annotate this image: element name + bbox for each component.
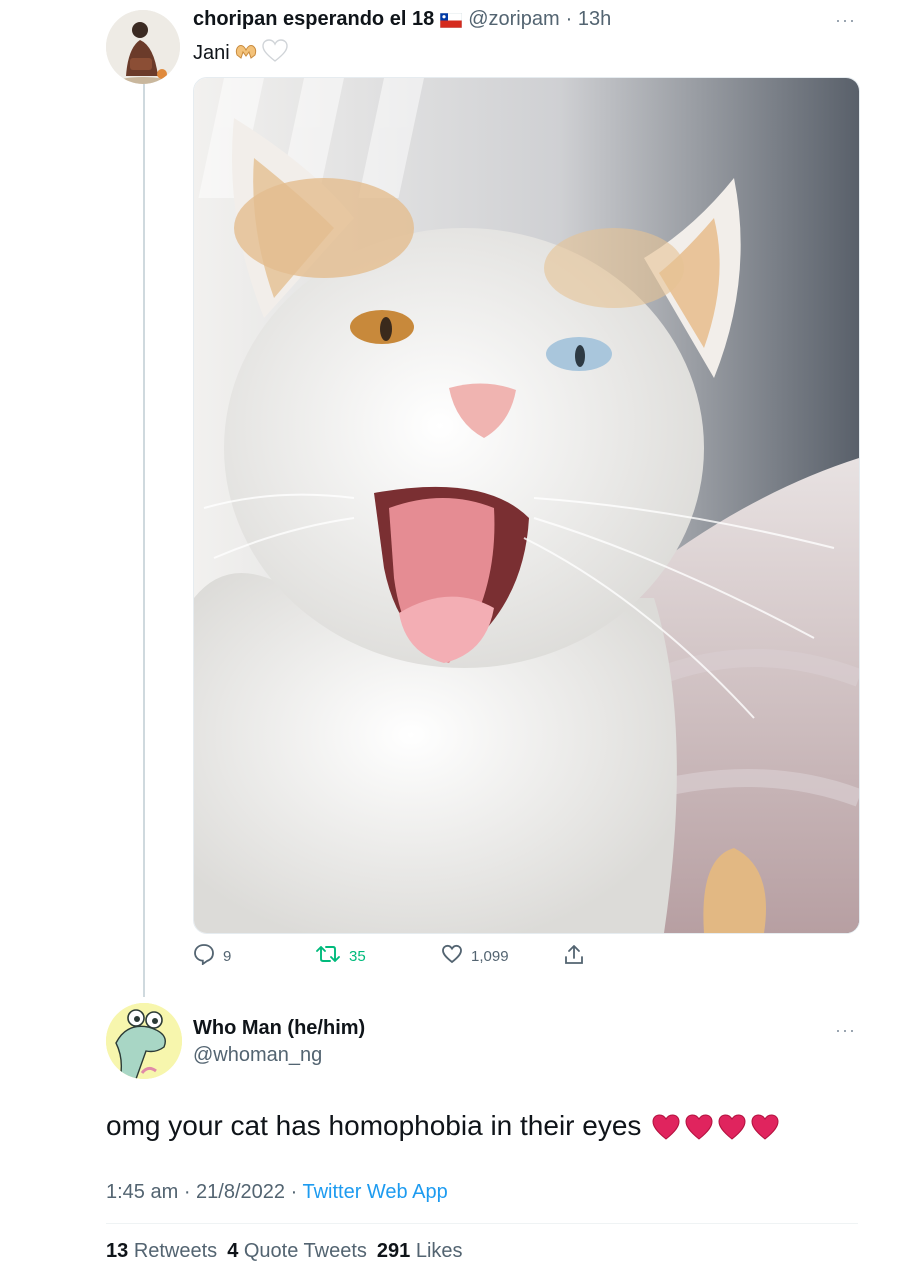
meta-separator: · bbox=[290, 1181, 303, 1203]
reply-more-options-button[interactable]: ··· bbox=[835, 1020, 856, 1041]
white-heart-icon bbox=[262, 39, 288, 68]
reply-button[interactable]: 9 bbox=[193, 943, 231, 970]
reply-icon bbox=[193, 943, 215, 970]
reply-count: 9 bbox=[223, 948, 232, 965]
divider bbox=[106, 1223, 858, 1224]
red-heart-icon bbox=[750, 1113, 780, 1146]
likes-count: 291 bbox=[376, 1240, 411, 1262]
tweet-header: choripan esperando el 18 @zoripam · 13h bbox=[193, 8, 611, 31]
retweet-icon bbox=[315, 943, 341, 970]
retweets-count: 13 bbox=[106, 1240, 129, 1262]
heart-icon bbox=[441, 943, 463, 970]
likes-stat[interactable]: 291 Likes bbox=[377, 1240, 463, 1263]
reply-display-name[interactable]: Who Man (he/him) bbox=[193, 1017, 365, 1040]
red-heart-icon bbox=[684, 1113, 714, 1146]
reply-date[interactable]: 21/8/2022 bbox=[196, 1181, 285, 1203]
red-hearts bbox=[651, 1113, 780, 1146]
tweet-text: Jani bbox=[193, 42, 230, 64]
heart-hands-icon bbox=[234, 41, 258, 66]
reply-text: omg your cat has homophobia in their eye… bbox=[106, 1110, 642, 1141]
chile-flag-icon bbox=[439, 12, 463, 29]
retweet-count: 35 bbox=[349, 948, 366, 965]
quotes-count: 4 bbox=[227, 1240, 239, 1262]
retweet-button[interactable]: 35 bbox=[315, 943, 366, 970]
tweet-text-row: Jani bbox=[193, 39, 288, 68]
engagement-stats: 13 Retweets 4 Quote Tweets 291 Likes bbox=[106, 1240, 463, 1263]
tweet-meta: 1:45 am · 21/8/2022 · Twitter Web App bbox=[106, 1181, 448, 1204]
display-name[interactable]: choripan esperando el 18 bbox=[193, 8, 434, 31]
retweets-stat[interactable]: 13 Retweets bbox=[106, 1240, 217, 1263]
reply-handle[interactable]: @whoman_ng bbox=[193, 1044, 322, 1067]
meta-separator: · bbox=[183, 1181, 197, 1203]
timestamp[interactable]: · 13h bbox=[566, 8, 612, 31]
retweets-label: Retweets bbox=[133, 1240, 218, 1262]
avatar[interactable] bbox=[106, 1003, 182, 1079]
quote-tweets-stat[interactable]: 4 Quote Tweets bbox=[227, 1240, 367, 1263]
like-count: 1,099 bbox=[471, 948, 509, 965]
red-heart-icon bbox=[717, 1113, 747, 1146]
share-icon bbox=[563, 943, 585, 972]
share-button[interactable] bbox=[563, 943, 585, 972]
tweet-photo[interactable] bbox=[193, 77, 860, 934]
source-app-link[interactable]: Twitter Web App bbox=[302, 1181, 447, 1203]
quotes-label: Quote Tweets bbox=[243, 1240, 367, 1262]
thread-line bbox=[143, 84, 145, 997]
red-heart-icon bbox=[651, 1113, 681, 1146]
more-options-button[interactable]: ··· bbox=[835, 10, 856, 31]
likes-label: Likes bbox=[415, 1240, 463, 1262]
like-button[interactable]: 1,099 bbox=[441, 943, 509, 970]
avatar[interactable] bbox=[106, 10, 180, 84]
reply-time[interactable]: 1:45 am bbox=[106, 1181, 178, 1203]
handle[interactable]: @zoripam bbox=[468, 8, 559, 31]
